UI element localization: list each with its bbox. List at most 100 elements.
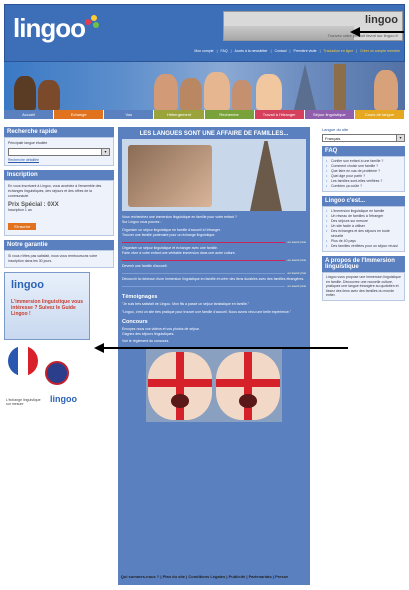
eiffel-tower-photo (250, 141, 282, 211)
tab-language-stay[interactable]: Séjour linguistique (304, 110, 355, 119)
read-more-link[interactable]: en savoir plus (287, 240, 306, 244)
section-divider: en savoir plus (122, 258, 306, 262)
tab-home[interactable]: Accueil (4, 110, 55, 119)
tab-work-abroad[interactable]: Travail à l'étranger (254, 110, 305, 119)
intro-paragraph: Faire vivre à votre enfant une véritable… (122, 251, 236, 255)
tab-hosting[interactable]: Hébergement (154, 110, 205, 119)
logo-dots-icon (85, 15, 101, 31)
contest-rules-link[interactable]: Voir le règlement du concours. (118, 339, 310, 344)
section-divider: en savoir plus (122, 271, 306, 275)
guide-ad[interactable]: lingoo L'immersion linguistique vous int… (4, 272, 90, 340)
chevron-down-icon: ▾ (396, 135, 404, 141)
annotation-arrow-line (102, 347, 348, 349)
testimonials-title: Témoignages (122, 294, 158, 300)
intro-paragraph: Devenir une famille d'accueil. (122, 264, 168, 268)
logo-text: lingoo (13, 13, 86, 43)
person-photo (204, 72, 230, 110)
main-content: LES LANGUES SONT UNE AFFAIRE DE FAMILLES… (118, 127, 310, 585)
exchange-ad-logo: lingoo (50, 394, 77, 404)
faq-list: Confier son enfant à une famille ? Comme… (322, 156, 405, 192)
tab-search[interactable]: Recherche (204, 110, 255, 119)
exchange-ad[interactable]: L'échange linguistique sur mesure lingoo (4, 344, 90, 408)
read-more-link[interactable]: en savoir plus (287, 258, 306, 262)
intro-paragraph: Découvrir la richesse d'une immersion li… (122, 277, 305, 281)
site-logo[interactable]: lingoo (13, 13, 99, 44)
footer-links[interactable]: Qui sommes-nous ? | Plan du site | Condi… (0, 574, 409, 579)
nav-newsletter[interactable]: Accès à la newsletter (234, 49, 267, 53)
faq-title: FAQ (322, 146, 405, 156)
guarantee-box: Si vous n'êtes pas satisfait, nous vous … (4, 250, 114, 268)
subscribe-button[interactable]: S'inscrire (8, 223, 37, 230)
annotation-arrow-line (356, 31, 404, 33)
nav-separator: | (319, 49, 321, 53)
hero-image (122, 139, 306, 211)
nav-translation[interactable]: Traduction en ligne (324, 49, 354, 53)
nav-contact[interactable]: Contact (274, 49, 286, 53)
eiffel-tower-image (294, 64, 316, 110)
category-tabs: Accueil Echange Vos Hébergement Recherch… (4, 110, 405, 119)
inscription-title: Inscription (4, 170, 114, 180)
top-navigation: Mon compte | FAQ | Accès à la newsletter | … (194, 49, 400, 53)
divider-bar (122, 241, 286, 243)
face-painted-kid-photo (216, 352, 280, 420)
uk-flag-bubble-icon (42, 358, 72, 388)
language-select[interactable]: ▾ (8, 148, 110, 156)
nav-create-account[interactable]: Créer un compte membre (360, 49, 400, 53)
guide-ad-logo: lingoo (11, 279, 44, 291)
intro-paragraph: Trouver une famille partenaire pour un é… (122, 233, 216, 237)
read-more-link[interactable]: en savoir plus (287, 284, 306, 288)
guide-ad-text: L'immersion linguistique vous intéresse … (11, 299, 84, 317)
guarantee-text: Si vous n'êtes pas satisfait, nous vous … (8, 254, 98, 263)
right-sidebar: Langue du site Français ▾ FAQ Confier son… (322, 127, 405, 301)
page: lingoo lingoo Trouvez votre produit favo… (4, 4, 405, 585)
nav-separator: | (356, 49, 358, 53)
mouth (239, 394, 257, 408)
tab-exchange[interactable]: Echange (54, 110, 105, 119)
lingoo-cest-list: L'immersion linguistique en famille Un r… (322, 206, 405, 252)
faq-item[interactable]: Combien ça coûte ? (326, 184, 401, 189)
lingoo-cest-title: Lingoo c'est... (322, 196, 405, 206)
french-flag-bubble-icon (8, 346, 38, 376)
main-title: LES LANGUES SONT UNE AFFAIRE DE FAMILLES… (139, 131, 289, 137)
site-language-label: Langue du site (322, 127, 349, 132)
feature-item: Des échanges et des séjours en toute séc… (326, 229, 401, 239)
annotation-arrow-icon (350, 27, 360, 37)
banner-ad-logo: lingoo (365, 14, 398, 26)
annotation-arrow-icon (94, 343, 104, 353)
nav-first-visit[interactable]: Première visite (293, 49, 316, 53)
mouth (171, 394, 189, 408)
about-text: Lingoo vous propose une immersion lingui… (322, 272, 405, 301)
nav-faq[interactable]: FAQ (221, 49, 228, 53)
tab-vos[interactable]: Vos (104, 110, 155, 119)
site-header: lingoo lingoo Trouvez votre produit favo… (4, 4, 405, 62)
nav-my-account[interactable]: Mon compte (194, 49, 213, 53)
read-more-link[interactable]: en savoir plus (287, 271, 306, 275)
section-divider: en savoir plus (122, 240, 306, 244)
big-ben-image (334, 64, 346, 110)
chevron-down-icon: ▾ (101, 149, 109, 155)
banner-ad[interactable]: lingoo Trouvez votre produit favori sur … (223, 11, 403, 41)
nav-separator: | (270, 49, 272, 53)
exchange-ad-caption: L'échange linguistique sur mesure (6, 398, 41, 406)
flag-stripe (216, 379, 280, 388)
quick-search-title: Recherche rapide (4, 127, 114, 137)
price-note: Inscription 1 an (8, 208, 32, 212)
person-photo (38, 80, 60, 110)
person-photo (374, 70, 398, 110)
language-label: Principale langue étudiée (8, 141, 48, 145)
detailed-search-link[interactable]: Recherche détaillée (8, 158, 110, 162)
left-sidebar: Recherche rapide Principale langue étudi… (4, 127, 114, 408)
feature-item: Des familles vérifiées pour un séjour ré… (326, 244, 401, 249)
site-language-select[interactable]: Français ▾ (322, 134, 405, 142)
person-photo (180, 78, 202, 110)
family-laptop-photo (128, 145, 212, 207)
tab-language-courses[interactable]: Cours de langue (354, 110, 405, 119)
about-title: A propos de l'Immersion linguistique (322, 256, 405, 272)
person-photo (154, 74, 178, 110)
section-divider: en savoir plus (122, 284, 306, 288)
nav-separator: | (216, 49, 218, 53)
divider-bar (122, 259, 286, 261)
flag-stripe (148, 379, 212, 388)
main-columns: Recherche rapide Principale langue étudi… (4, 119, 405, 585)
quick-search-box: Principale langue étudiée ▾ Recherche dé… (4, 137, 114, 166)
